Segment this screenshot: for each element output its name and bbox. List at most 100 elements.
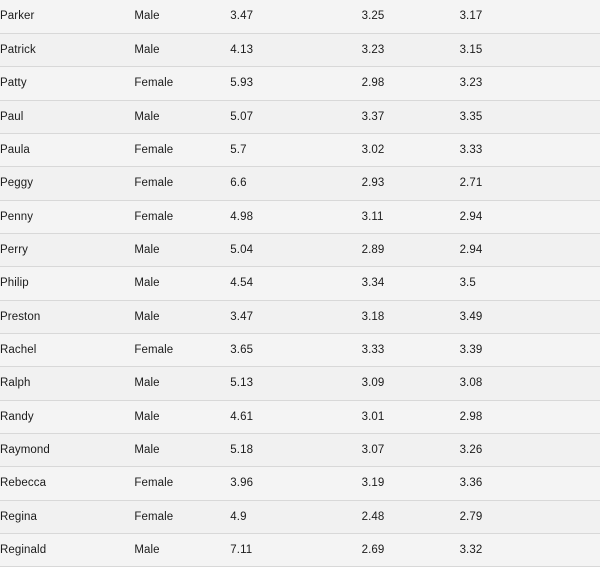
cell-value3: 3.32 (459, 544, 483, 557)
cell-value1: 5.07 (230, 110, 254, 123)
cell-value2: 3.01 (361, 410, 385, 423)
cell-value1: 4.98 (230, 210, 254, 223)
cell-value3: 2.71 (459, 177, 483, 190)
table-row[interactable]: Patrick Male 4.13 3.23 3.15 (0, 33, 600, 67)
cell-name: Patrick (0, 44, 36, 57)
cell-value1: 3.96 (230, 477, 254, 490)
cell-value2: 3.33 (361, 344, 385, 357)
cell-gender: Female (134, 510, 174, 523)
cell-name: Rachel (0, 344, 37, 357)
cell-value3: 3.36 (459, 477, 483, 490)
cell-value3: 3.49 (459, 310, 483, 323)
cell-gender: Male (134, 244, 160, 257)
cell-value2: 3.25 (361, 10, 385, 23)
cell-name: Raymond (0, 444, 50, 457)
table-row[interactable]: Raymond Male 5.18 3.07 3.26 (0, 433, 600, 467)
cell-value2: 3.02 (361, 144, 385, 157)
cell-value1: 5.7 (230, 144, 247, 157)
table-row[interactable]: Paul Male 5.07 3.37 3.35 (0, 100, 600, 134)
table-row[interactable]: Regina Female 4.9 2.48 2.79 (0, 500, 600, 534)
cell-gender: Female (134, 477, 174, 490)
cell-name: Reginald (0, 544, 47, 557)
cell-gender: Male (134, 444, 160, 457)
cell-value2: 3.23 (361, 44, 385, 57)
cell-name: Philip (0, 277, 29, 290)
cell-value3: 2.94 (459, 244, 483, 257)
cell-value3: 3.23 (459, 77, 483, 90)
table-row[interactable]: Paula Female 5.7 3.02 3.33 (0, 133, 600, 167)
cell-value3: 3.17 (459, 10, 483, 23)
cell-name: Peggy (0, 177, 34, 190)
cell-gender: Female (134, 144, 174, 157)
cell-gender: Male (134, 310, 160, 323)
cell-value2: 2.89 (361, 244, 385, 257)
cell-value3: 2.79 (459, 510, 483, 523)
cell-value2: 3.09 (361, 377, 385, 390)
table-row[interactable]: Patty Female 5.93 2.98 3.23 (0, 66, 600, 101)
cell-value2: 2.48 (361, 510, 385, 523)
cell-value1: 5.18 (230, 444, 254, 457)
cell-value1: 6.6 (230, 177, 247, 190)
cell-name: Preston (0, 310, 41, 323)
cell-value2: 2.93 (361, 177, 385, 190)
cell-value3: 3.08 (459, 377, 483, 390)
cell-gender: Female (134, 177, 174, 190)
cell-gender: Female (134, 210, 174, 223)
cell-value1: 4.61 (230, 410, 254, 423)
data-table: Parker Male 3.47 3.25 3.17 Patrick Male 4.13 3.2… (0, 0, 600, 567)
cell-name: Randy (0, 410, 34, 423)
cell-value1: 7.11 (230, 544, 253, 557)
table-row[interactable]: Penny Female 4.98 3.11 2.94 (0, 200, 600, 234)
cell-gender: Male (134, 544, 160, 557)
cell-name: Patty (0, 77, 27, 90)
cell-name: Paul (0, 110, 24, 123)
cell-value2: 3.07 (361, 444, 385, 457)
cell-value2: 3.34 (361, 277, 385, 290)
cell-name: Rebecca (0, 477, 47, 490)
table-row[interactable]: Preston Male 3.47 3.18 3.49 (0, 300, 600, 334)
cell-gender: Male (134, 10, 160, 23)
cell-value1: 3.47 (230, 10, 254, 23)
cell-value3: 2.94 (459, 210, 483, 223)
cell-gender: Male (134, 277, 160, 290)
cell-name: Ralph (0, 377, 31, 390)
cell-value1: 5.04 (230, 244, 254, 257)
table-row[interactable]: Philip Male 4.54 3.34 3.5 (0, 266, 600, 301)
cell-value1: 3.47 (230, 310, 254, 323)
cell-name: Regina (0, 510, 38, 523)
cell-value2: 3.11 (361, 210, 384, 223)
cell-name: Paula (0, 144, 30, 157)
cell-value3: 3.26 (459, 444, 483, 457)
cell-value3: 3.39 (459, 344, 483, 357)
cell-value3: 2.98 (459, 410, 483, 423)
cell-value3: 3.15 (459, 44, 483, 57)
table-row[interactable]: Ralph Male 5.13 3.09 3.08 (0, 366, 600, 401)
table-row[interactable]: Perry Male 5.04 2.89 2.94 (0, 233, 600, 267)
table-row[interactable]: Peggy Female 6.6 2.93 2.71 (0, 166, 600, 201)
cell-value1: 5.93 (230, 77, 254, 90)
cell-name: Penny (0, 210, 34, 223)
cell-value1: 4.54 (230, 277, 254, 290)
cell-value2: 3.37 (361, 110, 385, 123)
cell-value1: 4.9 (230, 510, 247, 523)
cell-gender: Male (134, 44, 160, 57)
cell-value3: 3.5 (459, 277, 476, 290)
cell-gender: Male (134, 410, 160, 423)
cell-name: Parker (0, 10, 35, 23)
cell-value1: 3.65 (230, 344, 254, 357)
cell-gender: Female (134, 77, 174, 90)
cell-name: Perry (0, 244, 28, 257)
cell-value3: 3.33 (459, 144, 483, 157)
table-row[interactable]: Parker Male 3.47 3.25 3.17 (0, 0, 600, 34)
cell-gender: Female (134, 344, 174, 357)
cell-gender: Male (134, 110, 160, 123)
table-row[interactable]: Rachel Female 3.65 3.33 3.39 (0, 333, 600, 367)
table-row[interactable]: Reginald Male 7.11 2.69 3.32 (0, 533, 600, 567)
cell-value2: 2.98 (361, 77, 385, 90)
table-row[interactable]: Rebecca Female 3.96 3.19 3.36 (0, 466, 600, 501)
cell-gender: Male (134, 377, 160, 390)
table-row[interactable]: Randy Male 4.61 3.01 2.98 (0, 400, 600, 434)
cell-value1: 4.13 (230, 44, 254, 57)
cell-value2: 3.19 (361, 477, 385, 490)
table-body: Parker Male 3.47 3.25 3.17 Patrick Male 4.13 3.2… (0, 0, 600, 567)
